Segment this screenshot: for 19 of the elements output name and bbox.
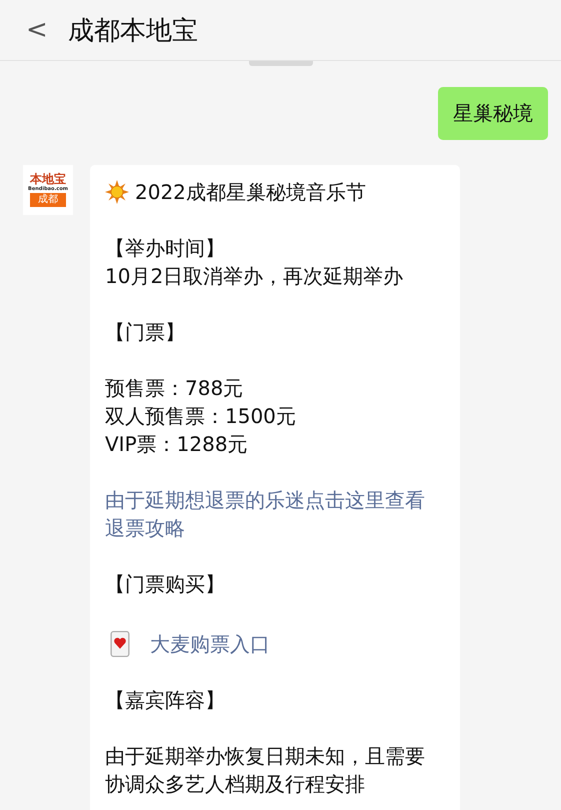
message-text: 协调众多艺人档期及行程安排: [105, 771, 366, 798]
festival-title: 2022成都星巢秘境音乐节: [135, 179, 366, 206]
back-button[interactable]: <: [26, 15, 48, 45]
message-text: 预售票：788元: [105, 375, 244, 402]
refund-link[interactable]: 退票攻略: [105, 514, 445, 542]
message-text: 双人预售票：1500元: [105, 403, 297, 430]
heart-card-icon: [110, 631, 130, 657]
message-text: 由于延期举办恢复日期未知，且需要: [105, 743, 426, 770]
message-text: 10月2日取消举办，再次延期举办: [105, 263, 404, 290]
sent-message: 星巢秘境: [438, 87, 548, 140]
message-text: 【门票购买】: [105, 571, 226, 598]
message-text: VIP票：1288元: [105, 431, 249, 458]
message-text: 【举办时间】: [105, 235, 226, 262]
sun-icon: [105, 180, 129, 204]
message-text: 【门票】: [105, 319, 186, 346]
ticket-link[interactable]: 大麦购票入口: [150, 630, 270, 658]
chat-title: 成都本地宝: [68, 14, 198, 48]
refund-link[interactable]: 由于延期想退票的乐迷点击这里查看: [105, 486, 445, 514]
message-text: 【嘉宾阵容】: [105, 687, 226, 714]
